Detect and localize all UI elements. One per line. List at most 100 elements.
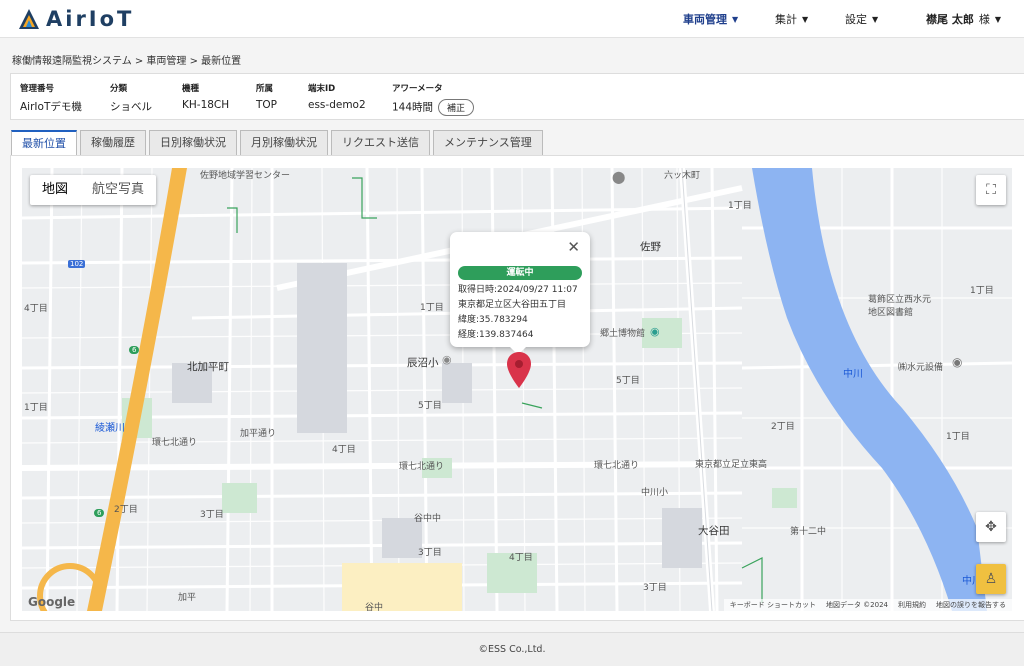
camera-control-icon[interactable]: ✥ xyxy=(976,512,1006,542)
map-label: 東京都立足立東高 xyxy=(695,460,768,470)
logo-text: AirIoT xyxy=(46,7,135,31)
footer: ©ESS Co.,Ltd. xyxy=(0,632,1024,666)
top-navigation-bar: AirIoT 車両管理 ▼ 集計 ▼ 設定 ▼ 襟尾 太郎様 ▼ xyxy=(0,0,1024,38)
map-label: 4丁目 xyxy=(509,553,533,563)
field-label: 分類 xyxy=(110,84,128,94)
field-value: ess-demo2 xyxy=(308,99,366,111)
museum-icon[interactable]: ◉ xyxy=(650,325,660,338)
tab-daily-status[interactable]: 日別稼働状況 xyxy=(149,130,237,155)
map-label: 加平通り xyxy=(240,429,277,439)
map-label: 辰沼小 xyxy=(407,357,439,369)
map-type-satellite-button[interactable]: 航空写真 xyxy=(80,175,156,205)
field-value: ショベル xyxy=(110,101,152,113)
map-label: 佐野地域学習センター xyxy=(200,171,291,181)
map-label: 1丁目 xyxy=(970,286,994,296)
tab-monthly-status[interactable]: 月別稼働状況 xyxy=(240,130,328,155)
chevron-down-icon: ▼ xyxy=(802,14,809,24)
poi-marker-icon[interactable]: ◉ xyxy=(952,355,962,369)
nav-settings[interactable]: 設定 ▼ xyxy=(845,11,878,27)
map-label: 綾瀬川 xyxy=(95,423,125,434)
poi-marker-icon[interactable]: ⬤ xyxy=(612,170,625,184)
fullscreen-icon[interactable]: ⛶ xyxy=(976,175,1006,205)
nav-vehicle-management[interactable]: 車両管理 ▼ xyxy=(683,11,738,27)
field-value: KH-18CH xyxy=(182,99,230,111)
google-logo: Google xyxy=(28,595,76,609)
longitude: 経度:139.837464 xyxy=(458,330,534,340)
field-hour-meter: アワーメータ 144時間 補正 xyxy=(392,82,475,116)
map-label: 2丁目 xyxy=(114,505,138,515)
status-badge: 運転中 xyxy=(458,266,582,280)
map-label: 郷土博物館 xyxy=(600,329,646,339)
map-label: 1丁目 xyxy=(24,403,48,413)
chevron-down-icon: ▼ xyxy=(994,14,1001,24)
nav-settings-label: 設定 xyxy=(845,13,867,26)
map-label: 1丁目 xyxy=(946,432,970,442)
nav-aggregation[interactable]: 集計 ▼ xyxy=(775,11,808,27)
user-menu[interactable]: 襟尾 太郎様 ▼ xyxy=(926,11,1001,27)
map-label: 環七北通り xyxy=(594,461,640,471)
field-value-row: 144時間 補正 xyxy=(392,99,475,116)
field-label: 所属 xyxy=(256,84,274,94)
vehicle-pin-icon[interactable] xyxy=(507,352,531,388)
map-label: 4丁目 xyxy=(24,304,48,314)
map-label: 葛飾区立西水元地区図書館 xyxy=(868,295,932,318)
map-label: 第十二中 xyxy=(790,527,827,537)
map-label: 中川小 xyxy=(641,488,669,498)
map-label: 1丁目 xyxy=(728,201,752,211)
field-label: 機種 xyxy=(182,84,200,94)
user-suffix: 様 xyxy=(978,13,990,26)
map-label: 3丁目 xyxy=(200,510,224,520)
map-label: 加平 xyxy=(178,593,197,603)
field-model: 機種 KH-18CH xyxy=(182,82,229,111)
correct-button[interactable]: 補正 xyxy=(438,99,475,116)
map-type-map-button[interactable]: 地図 xyxy=(30,175,80,205)
map-view[interactable]: 佐野地域学習センター 六ッ木町 1丁目 佐野 4丁目 北加平町 1丁目 綾瀬川 … xyxy=(22,168,1012,611)
terms-link[interactable]: 利用規約 xyxy=(898,599,926,611)
map-label: 2丁目 xyxy=(771,422,795,432)
map-label: 5丁目 xyxy=(616,376,640,386)
map-label: 六ッ木町 xyxy=(664,171,701,181)
tab-maintenance[interactable]: メンテナンス管理 xyxy=(433,130,543,155)
pegman-icon[interactable]: ♙ xyxy=(976,564,1006,594)
field-label: 管理番号 xyxy=(20,84,55,94)
field-terminal-id: 端末ID ess-demo2 xyxy=(308,82,366,111)
map-label: 中川 xyxy=(843,369,863,380)
logo-icon xyxy=(19,9,39,29)
tab-operation-history[interactable]: 稼働履歴 xyxy=(80,130,146,155)
map-label: ㈱水元設備 xyxy=(898,363,944,373)
field-label: 端末ID xyxy=(308,84,336,94)
acquired-time: 取得日時:2024/09/27 11:07 xyxy=(458,285,578,295)
chevron-down-icon: ▼ xyxy=(732,14,739,24)
map-label: 環七北通り xyxy=(399,462,445,472)
school-icon[interactable]: ◉ xyxy=(442,353,452,366)
field-value: 144時間 xyxy=(392,101,434,114)
user-name: 襟尾 太郎 xyxy=(926,13,974,26)
tab-latest-position[interactable]: 最新位置 xyxy=(11,130,77,156)
map-label: 4丁目 xyxy=(332,445,356,455)
map-attribution: キーボード ショートカット 地図データ ©2024 利用規約 地図の誤りを報告す… xyxy=(723,599,1012,611)
field-management-number: 管理番号 AirIoTデモ機 xyxy=(20,82,82,114)
nav-vehicle-management-label: 車両管理 xyxy=(683,13,727,26)
field-category: 分類 ショベル xyxy=(110,82,152,114)
close-icon[interactable]: ✕ xyxy=(567,238,580,256)
app-logo[interactable]: AirIoT xyxy=(18,7,134,31)
nav-aggregation-label: 集計 xyxy=(775,13,797,26)
field-value: TOP xyxy=(256,99,278,111)
map-label: 3丁目 xyxy=(643,583,667,593)
report-error-link[interactable]: 地図の誤りを報告する xyxy=(936,599,1006,611)
address: 東京都足立区大谷田五丁目 xyxy=(458,300,567,310)
field-affiliation: 所属 TOP xyxy=(256,82,277,111)
map-label: 佐野 xyxy=(640,241,661,253)
tab-bar: 最新位置 稼働履歴 日別稼働状況 月別稼働状況 リクエスト送信 メンテナンス管理 xyxy=(11,130,543,156)
chevron-down-icon: ▼ xyxy=(872,14,879,24)
map-label: 谷中中 xyxy=(414,514,442,524)
map-label: 1丁目 xyxy=(420,303,444,313)
tab-send-request[interactable]: リクエスト送信 xyxy=(331,130,430,155)
keyboard-shortcuts-link[interactable]: キーボード ショートカット xyxy=(730,599,816,611)
map-label: 環七北通り xyxy=(152,438,198,448)
breadcrumb: 稼働情報遠隔監視システム > 車両管理 > 最新位置 xyxy=(12,56,242,67)
field-value: AirIoTデモ機 xyxy=(20,101,82,113)
map-label: 5丁目 xyxy=(418,401,442,411)
route-shield: 102 xyxy=(68,260,86,268)
map-type-toggle: 地図 航空写真 xyxy=(30,175,157,205)
